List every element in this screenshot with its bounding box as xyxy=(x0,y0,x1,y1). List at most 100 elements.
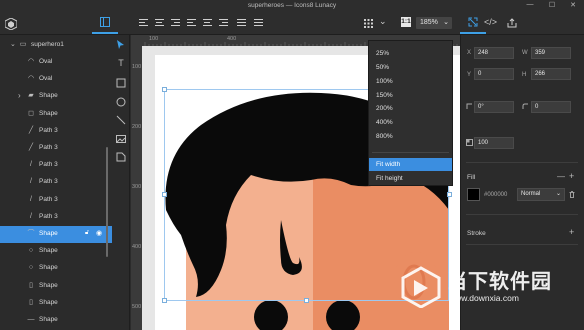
path-icon: / xyxy=(30,178,32,186)
layer-label: superhero1 xyxy=(31,41,64,48)
y-field[interactable]: 0 xyxy=(474,68,514,80)
delete-fill-icon[interactable] xyxy=(569,191,575,198)
zoom-option-50[interactable]: 50% xyxy=(369,61,452,74)
chevron-right-icon[interactable]: › xyxy=(18,91,21,100)
layer-label: Oval xyxy=(39,75,53,83)
chevron-down-icon[interactable]: ⌄ xyxy=(10,40,16,48)
corner-radius-icon xyxy=(522,103,528,109)
blend-mode-select[interactable]: Normal ⌄ xyxy=(517,188,565,201)
lunacy-logo-icon xyxy=(5,18,17,30)
visibility-eye-icon[interactable]: ◉ xyxy=(96,229,102,237)
zoom-option-150[interactable]: 150% xyxy=(369,89,452,102)
layer-label: Path 3 xyxy=(39,178,58,186)
image-tool-icon[interactable] xyxy=(116,134,126,144)
zoom-option-800[interactable]: 800% xyxy=(369,130,452,143)
layer-root[interactable]: ⌄ ▭ superhero1 xyxy=(0,37,112,54)
inspector-tab[interactable] xyxy=(460,14,486,34)
select-tool-icon[interactable] xyxy=(116,40,126,50)
layer-row[interactable]: / Path 3 xyxy=(0,157,112,174)
close-button[interactable]: ✕ xyxy=(566,1,580,9)
layer-row[interactable]: ▯ Shape xyxy=(0,295,112,312)
layer-row[interactable]: ◠ Oval xyxy=(0,54,112,71)
layer-row[interactable]: / Path 3 xyxy=(0,209,112,226)
layer-row[interactable]: ○ Shape xyxy=(0,243,112,260)
site-watermark: 当下软件园 www.downxia.com xyxy=(398,262,582,322)
align-center-icon[interactable] xyxy=(155,19,164,27)
x-field[interactable]: 248 xyxy=(474,47,514,59)
lunacy-app: superheroes — Icons8 Lunacy — ☐ ✕ ⌄ 1:1 … xyxy=(0,0,584,330)
align-right-icon[interactable] xyxy=(171,19,180,27)
layer-label: Shape xyxy=(39,298,58,306)
resize-handle[interactable] xyxy=(447,192,452,197)
layer-row[interactable]: ▯ Shape xyxy=(0,278,112,295)
align-bottom-icon[interactable] xyxy=(219,19,228,27)
layer-row[interactable]: ╱ Path 3 xyxy=(0,123,112,140)
align-left-icon[interactable] xyxy=(139,19,148,27)
shape-icon: ▯ xyxy=(29,298,33,306)
rotation-field[interactable]: 0° xyxy=(474,101,514,113)
text-tool-icon[interactable]: T xyxy=(116,58,126,68)
oval-icon: ◠ xyxy=(27,75,35,83)
actual-size-button[interactable]: 1:1 xyxy=(401,17,411,27)
resize-handle[interactable] xyxy=(304,298,309,303)
align-top-icon[interactable] xyxy=(187,19,196,27)
divider xyxy=(466,244,578,245)
resize-handle[interactable] xyxy=(162,192,167,197)
fit-width-option[interactable]: Fit width xyxy=(369,158,452,171)
shape-icon: ○ xyxy=(28,247,34,255)
layer-row[interactable]: ⌒ Shape 🔓︎ ◉ xyxy=(0,226,112,243)
shape-icon: — xyxy=(27,316,35,323)
layer-row[interactable]: / Path 3 xyxy=(0,192,112,209)
oval-tool-icon[interactable] xyxy=(116,97,126,107)
code-icon[interactable]: </> xyxy=(484,18,497,27)
distribute-vertical-icon[interactable] xyxy=(254,19,263,27)
minimize-button[interactable]: — xyxy=(523,1,537,8)
zoom-select[interactable]: 185% ⌄ xyxy=(416,17,452,29)
chevron-down-icon[interactable]: ⌄ xyxy=(379,17,387,26)
fill-options-icon[interactable]: — xyxy=(557,172,565,181)
h-field[interactable]: 266 xyxy=(531,68,571,80)
layer-label: Path 3 xyxy=(39,195,58,203)
radius-field[interactable]: 0 xyxy=(531,101,571,113)
layers-scrollbar[interactable] xyxy=(106,147,108,257)
path-icon: / xyxy=(30,195,32,203)
layers-tab[interactable] xyxy=(92,14,118,34)
lock-icon[interactable]: 🔓︎ xyxy=(85,230,89,237)
grid-icon[interactable] xyxy=(364,19,373,28)
resize-handle[interactable] xyxy=(162,298,167,303)
zoom-option-100[interactable]: 100% xyxy=(369,75,452,88)
path-icon: / xyxy=(30,161,32,169)
layer-row[interactable]: — Shape xyxy=(0,312,112,329)
fill-hex-value[interactable]: #000000 xyxy=(484,192,507,198)
fill-color-swatch[interactable] xyxy=(467,188,480,201)
zoom-option-25[interactable]: 25% xyxy=(369,47,452,60)
layer-row[interactable]: › ▰ Shape xyxy=(0,88,112,105)
zoom-option-400[interactable]: 400% xyxy=(369,116,452,129)
layer-row[interactable]: ◻ Shape xyxy=(0,106,112,123)
distribute-horizontal-icon[interactable] xyxy=(237,19,246,27)
h-label: H xyxy=(522,72,527,78)
add-stroke-icon[interactable]: + xyxy=(569,227,574,237)
shape-icon: ⌒ xyxy=(27,230,35,237)
align-middle-icon[interactable] xyxy=(203,19,212,27)
layer-label: Shape xyxy=(39,247,58,255)
add-fill-icon[interactable]: + xyxy=(569,171,574,181)
layers-panel: ⌄ ▭ superhero1 ◠ Oval ◠ Oval › ▰ Shape ◻ Shape ╱ P… xyxy=(0,35,112,330)
layer-row[interactable]: ◠ Oval xyxy=(0,71,112,88)
fit-height-option[interactable]: Fit height xyxy=(369,172,452,185)
resize-handle[interactable] xyxy=(162,87,167,92)
layer-row[interactable]: / Path 3 xyxy=(0,174,112,191)
export-icon[interactable] xyxy=(507,18,517,28)
rectangle-tool-icon[interactable] xyxy=(116,78,126,88)
line-tool-icon[interactable] xyxy=(116,115,126,125)
opacity-field[interactable]: 100 xyxy=(474,137,514,149)
layer-row[interactable]: ╱ Path 3 xyxy=(0,140,112,157)
layer-label: Oval xyxy=(39,58,53,65)
w-field[interactable]: 359 xyxy=(531,47,571,59)
maximize-button[interactable]: ☐ xyxy=(545,1,559,9)
zoom-chevron-icon: ⌄ xyxy=(443,19,449,26)
menu-divider xyxy=(372,152,449,153)
artboard-tool-icon[interactable] xyxy=(116,152,126,162)
zoom-option-200[interactable]: 200% xyxy=(369,102,452,115)
layer-row[interactable]: ○ Shape xyxy=(0,260,112,277)
